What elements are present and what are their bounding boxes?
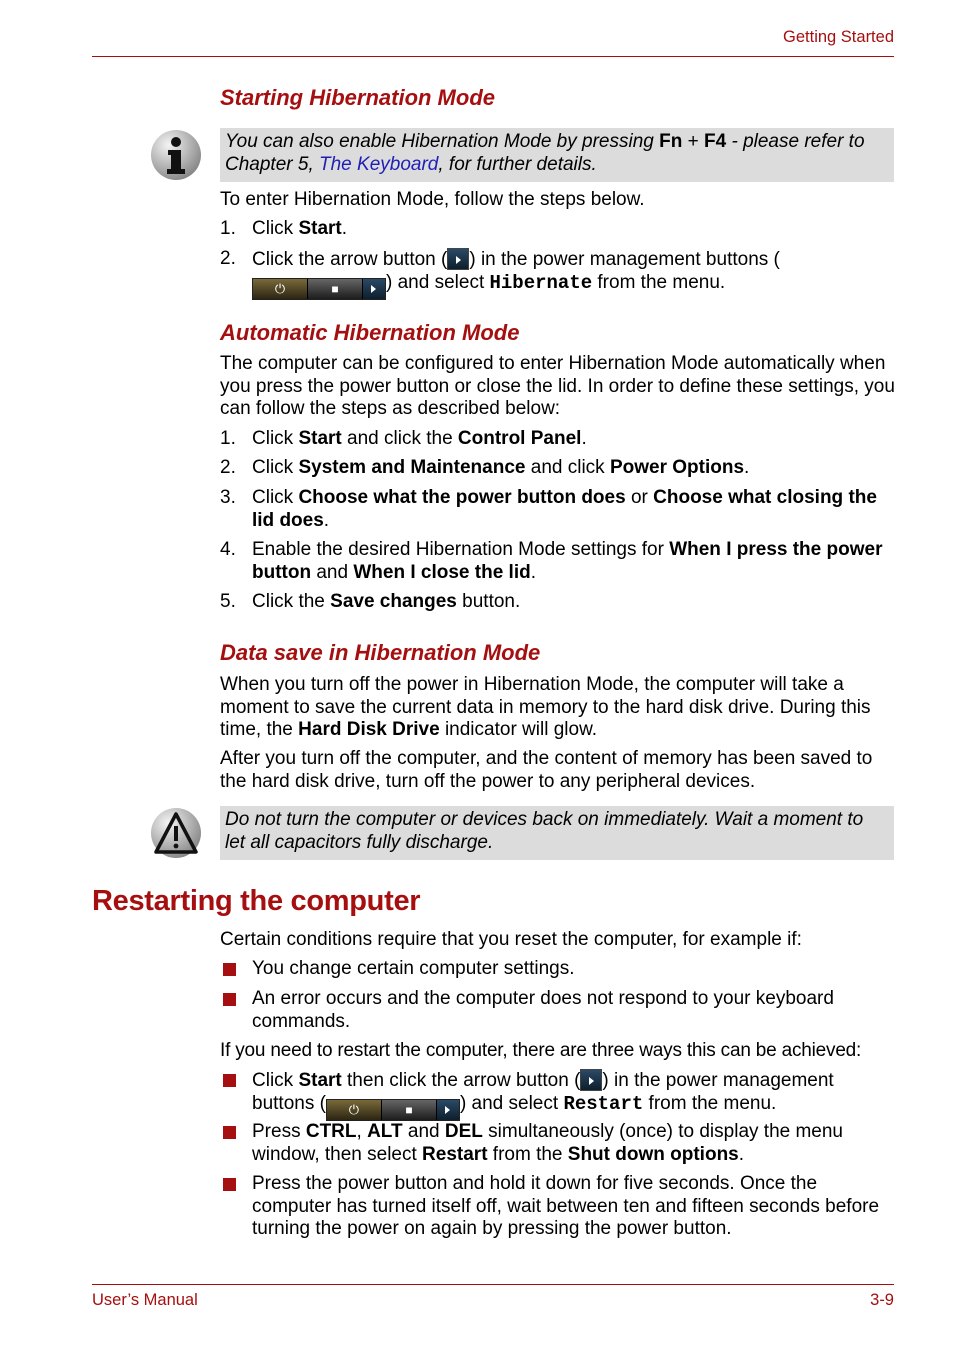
list-item: You change certain computer settings. (220, 958, 900, 981)
caution-note: Do not turn the computer or devices back… (220, 806, 894, 860)
arrow-button-icon (580, 1069, 603, 1091)
keyboard-chapter-link[interactable]: The Keyboard (319, 154, 438, 175)
power-icon: ⏻ (253, 278, 307, 299)
starting-intro: To enter Hibernation Mode, follow the st… (220, 189, 645, 210)
lock-icon: ■ (380, 1099, 436, 1120)
hibernate-command: Hibernate (489, 271, 593, 294)
datasave-paragraph-1: When you turn off the power in Hibernati… (220, 674, 871, 740)
arrow-icon (362, 278, 385, 299)
list-item: 3. Click Choose what the power button do… (220, 487, 877, 531)
heading-starting-hibernation: Starting Hibernation Mode (220, 85, 495, 110)
bullet-icon (223, 1074, 236, 1087)
automatic-intro: The computer can be configured to enter … (220, 353, 895, 419)
bullet-icon (223, 963, 236, 976)
list-item: 1. Click Start. (220, 218, 348, 239)
lock-icon: ■ (307, 278, 362, 299)
footer-rule (92, 1284, 894, 1285)
list-item: 1. Click Start and click the Control Pan… (220, 428, 587, 449)
list-item: 2. Click the arrow button () in the powe… (220, 248, 900, 300)
bullet-icon (223, 993, 236, 1006)
power-management-buttons-icon: ⏻ ■ (325, 1098, 460, 1121)
info-icon (151, 130, 201, 180)
bullet-icon (223, 1126, 236, 1139)
power-management-buttons-icon: ⏻ ■ (252, 277, 386, 300)
info-note: You can also enable Hibernation Mode by … (220, 128, 894, 182)
arrow-button-icon (447, 248, 470, 270)
header-rule (92, 56, 894, 57)
heading-restarting: Restarting the computer (92, 885, 421, 917)
caution-icon (151, 808, 201, 858)
heading-data-save: Data save in Hibernation Mode (220, 640, 541, 665)
restart-command: Restart (563, 1092, 644, 1115)
bullet-icon (223, 1178, 236, 1191)
list-item: 5. Click the Save changes button. (220, 591, 521, 612)
header-section-title: Getting Started (783, 28, 894, 46)
arrow-icon (435, 1099, 459, 1120)
footer-page-number: 3-9 (870, 1291, 894, 1309)
footer-manual-title: User’s Manual (92, 1291, 198, 1309)
ways-intro: If you need to restart the computer, the… (220, 1040, 862, 1061)
power-icon: ⏻ (326, 1099, 381, 1120)
datasave-paragraph-2: After you turn off the computer, and the… (220, 748, 873, 792)
list-item: An error occurs and the computer does no… (220, 988, 900, 1033)
heading-automatic-hibernation: Automatic Hibernation Mode (220, 320, 520, 345)
list-item: 2. Click System and Maintenance and clic… (220, 457, 750, 478)
list-item: Press CTRL, ALT and DEL simultaneously (… (220, 1121, 900, 1166)
key-f4: F4 (704, 131, 727, 152)
list-item: Click Start then click the arrow button … (220, 1069, 900, 1121)
key-fn: Fn (659, 131, 683, 152)
list-item: Press the power button and hold it down … (220, 1173, 900, 1241)
list-item: 4. Enable the desired Hibernation Mode s… (220, 539, 883, 583)
restarting-intro: Certain conditions require that you rese… (220, 929, 802, 950)
